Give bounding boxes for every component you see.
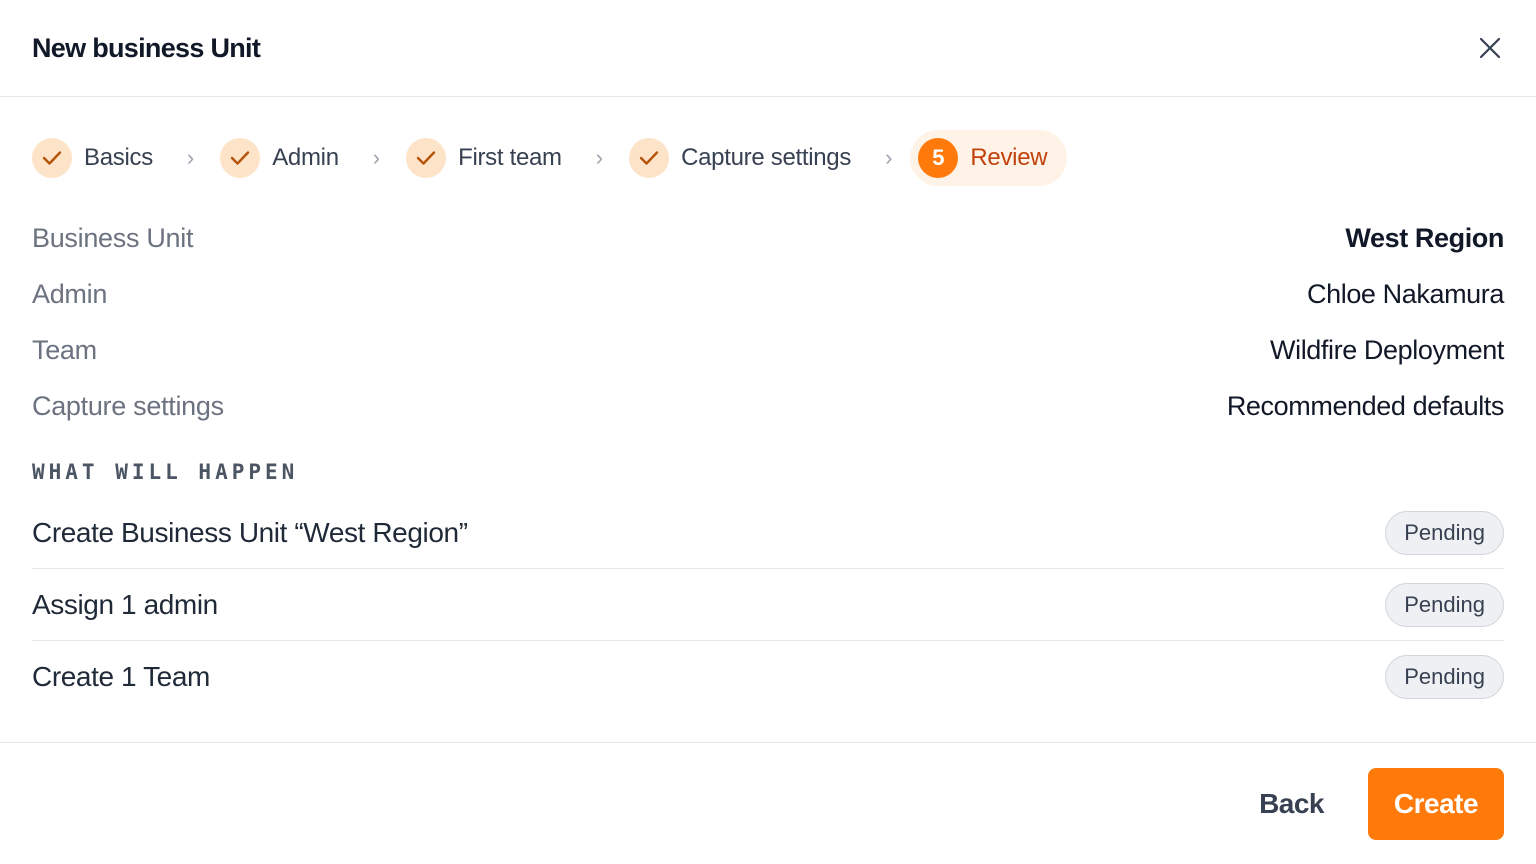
step-label: First team (458, 144, 562, 171)
list-item: Create Business Unit “West Region” Pendi… (32, 497, 1504, 569)
check-icon (629, 138, 670, 178)
close-button[interactable] (1468, 26, 1512, 70)
action-text: Assign 1 admin (32, 588, 218, 620)
new-business-unit-modal: New business Unit Basics › Admin › First (0, 0, 1536, 864)
create-button[interactable]: Create (1368, 767, 1504, 840)
chevron-right-icon: › (885, 145, 893, 170)
step-label: Basics (84, 144, 153, 171)
step-label: Admin (272, 144, 339, 171)
section-title-what-will-happen: WHAT WILL HAPPEN (32, 460, 299, 484)
summary-row-business-unit: Business Unit West Region (32, 210, 1504, 266)
modal-footer: Back Create (0, 742, 1536, 864)
modal-title: New business Unit (32, 32, 261, 63)
check-icon (406, 138, 447, 178)
step-number: 5 (918, 138, 959, 178)
step-label: Capture settings (681, 144, 852, 171)
step-first-team[interactable]: First team (406, 130, 562, 186)
list-item: Assign 1 admin Pending (32, 569, 1504, 641)
what-will-happen-list: Create Business Unit “West Region” Pendi… (32, 497, 1504, 713)
summary-row-admin: Admin Chloe Nakamura (32, 266, 1504, 322)
action-text: Create 1 Team (32, 661, 210, 692)
modal-header: New business Unit (0, 0, 1536, 97)
chevron-right-icon: › (595, 145, 604, 170)
status-badge: Pending (1385, 655, 1504, 699)
summary-value: Recommended defaults (1226, 390, 1505, 421)
action-text: Create Business Unit “West Region” (32, 516, 468, 548)
step-label: Review (970, 144, 1048, 171)
chevron-right-icon: › (186, 145, 195, 170)
summary-row-capture-settings: Capture settings Recommended defaults (32, 378, 1504, 434)
step-review[interactable]: 5 Review (910, 130, 1068, 186)
list-item: Create 1 Team Pending (32, 641, 1504, 713)
review-summary: Business Unit West Region Admin Chloe Na… (32, 210, 1504, 434)
status-badge: Pending (1385, 510, 1504, 555)
summary-value: Wildfire Deployment (1270, 334, 1504, 365)
summary-value: West Region (1345, 222, 1504, 253)
summary-key: Admin (32, 278, 108, 309)
step-admin[interactable]: Admin (220, 130, 339, 186)
stepper: Basics › Admin › First team › Capture se… (32, 130, 1068, 186)
summary-key: Business Unit (32, 222, 194, 253)
step-capture-settings[interactable]: Capture settings (629, 130, 851, 186)
check-icon (32, 138, 72, 178)
summary-key: Team (32, 334, 97, 365)
summary-key: Capture settings (32, 390, 224, 421)
summary-value: Chloe Nakamura (1307, 278, 1504, 309)
summary-row-team: Team Wildfire Deployment (32, 322, 1504, 378)
close-icon (1479, 37, 1501, 59)
chevron-right-icon: › (372, 145, 381, 170)
step-basics[interactable]: Basics (32, 130, 153, 186)
check-icon (220, 138, 261, 178)
status-badge: Pending (1385, 582, 1504, 627)
back-button[interactable]: Back (1259, 788, 1324, 820)
